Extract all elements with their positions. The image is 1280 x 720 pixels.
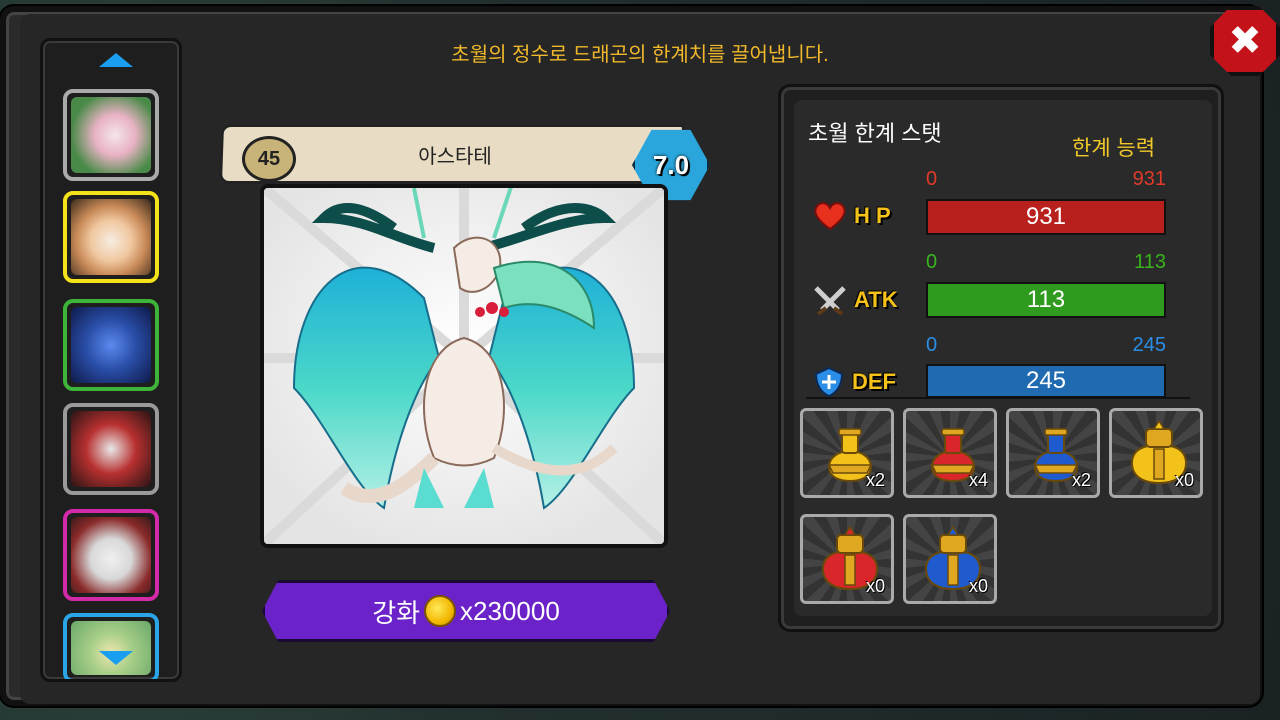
upgrade-label: 강화	[372, 597, 421, 628]
dragon-portrait-selected[interactable]	[63, 191, 159, 283]
item-count: x2	[865, 470, 885, 490]
dragon-portrait-art	[71, 307, 151, 383]
dragon-portrait-6[interactable]	[63, 613, 159, 679]
dragon-portrait-1[interactable]	[63, 89, 159, 181]
dragon-portrait-art	[71, 621, 151, 675]
limit-ability-title: 한계 능력	[1072, 137, 1156, 160]
heart-icon	[814, 202, 846, 231]
dragon-portrait-art	[71, 517, 151, 593]
essence-item-5[interactable]: x0	[800, 514, 894, 604]
dragon-portrait-5[interactable]	[63, 509, 159, 601]
atk-label-group: ATK	[812, 282, 898, 318]
hp-label: H P	[854, 203, 891, 228]
atk-value: 113	[1026, 286, 1066, 313]
atk-bar: 113	[926, 282, 1166, 318]
shield-icon	[814, 366, 844, 398]
close-button[interactable]: ✖	[1210, 6, 1280, 76]
item-count: x0	[1174, 470, 1194, 490]
dragon-level-badge: 45	[242, 136, 296, 182]
def-label-group: DEF	[812, 364, 896, 400]
headline-text: 초월의 정수로 드래곤의 한계치를 끌어냅니다.	[451, 44, 829, 66]
stats-title: 초월 한계 스탯	[808, 121, 942, 146]
essence-item-3[interactable]: x2	[1006, 408, 1100, 498]
dragon-portrait-art	[71, 411, 151, 487]
item-count: x0	[865, 576, 885, 596]
upgrade-cost: x230000	[460, 595, 560, 626]
hp-value: 931	[1025, 203, 1067, 230]
dragon-portrait-3[interactable]	[63, 299, 159, 391]
dragon-illustration	[264, 188, 664, 544]
essence-item-4[interactable]: x0	[1109, 408, 1203, 498]
essence-item-2[interactable]: x4	[903, 408, 997, 498]
def-max: 245	[1132, 334, 1166, 356]
scroll-up-arrow-icon[interactable]	[99, 53, 133, 67]
atk-label: ATK	[854, 287, 898, 312]
hp-max: 931	[1132, 168, 1166, 190]
essence-item-6[interactable]: x0	[903, 514, 997, 604]
crossed-swords-icon	[814, 286, 846, 316]
hp-min: 0	[926, 168, 938, 190]
item-count: x0	[968, 576, 988, 596]
hp-label-group: H P	[812, 198, 891, 234]
dragon-portrait-art	[71, 199, 151, 275]
def-min: 0	[926, 334, 938, 356]
atk-min: 0	[926, 251, 938, 273]
def-value: 245	[1025, 367, 1067, 394]
gold-coin-icon	[424, 595, 457, 627]
scroll-down-arrow-icon[interactable]	[99, 651, 133, 665]
upgrade-button[interactable]: 강화 x230000	[262, 580, 670, 642]
hp-bar: 931	[926, 199, 1166, 235]
item-count: x2	[1071, 470, 1091, 490]
close-icon: ✖	[1228, 18, 1262, 64]
dragon-display	[260, 184, 668, 548]
def-label: DEF	[852, 369, 896, 394]
dragon-portrait-art	[71, 97, 151, 173]
dragon-name: 아스타테	[418, 146, 492, 168]
dragon-portrait-4[interactable]	[63, 403, 159, 495]
divider	[806, 397, 1190, 399]
atk-max: 113	[1134, 251, 1166, 273]
item-count: x4	[968, 470, 988, 490]
dragon-list-sidebar[interactable]	[40, 38, 182, 682]
def-bar: 245	[926, 364, 1166, 398]
essence-item-1[interactable]: x2	[800, 408, 894, 498]
